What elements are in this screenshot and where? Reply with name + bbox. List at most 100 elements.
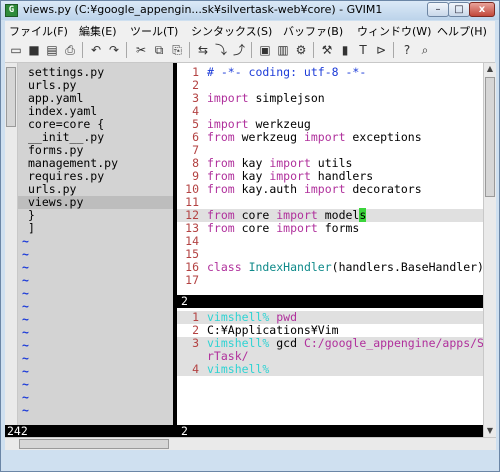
scroll-down-arrow-icon[interactable]: ▼ xyxy=(484,425,496,437)
menu-bar: ファイル(F) 編集(E) ツール(T) シンタックス(S) バッファ(B) ウ… xyxy=(5,21,495,38)
cut-icon[interactable]: ✂ xyxy=(133,42,149,58)
shell-command: gcd xyxy=(276,336,304,350)
toolbar-separator xyxy=(82,42,83,58)
copy-icon[interactable]: ⧉ xyxy=(151,42,167,58)
keyword: from xyxy=(207,208,235,222)
jump-tag-icon[interactable]: ⊳ xyxy=(373,42,389,58)
code-line[interactable]: 14 xyxy=(177,235,483,248)
save-session-icon[interactable]: ▥ xyxy=(275,42,291,58)
toolbar-separator xyxy=(313,42,314,58)
shell-icon[interactable]: ▮ xyxy=(337,42,353,58)
bottom-statusline: 242 2 xyxy=(5,425,483,437)
code-line[interactable]: 6 from werkzeug import exceptions xyxy=(177,131,483,144)
maximize-button[interactable]: □ xyxy=(448,2,470,17)
save-icon[interactable]: ■ xyxy=(26,42,42,58)
vimshell-pane[interactable]: 1 vimshell% pwd 2 C:¥Applications¥Vim 3 vim… xyxy=(177,308,483,425)
window-title: views.py (C:¥google_appengin...sk¥silver… xyxy=(23,3,383,16)
scroll-up-arrow-icon[interactable]: ▲ xyxy=(484,63,496,75)
gvim-app-icon[interactable]: G xyxy=(5,4,18,17)
ctags-icon[interactable]: T xyxy=(355,42,371,58)
title-bar[interactable]: G views.py (C:¥google_appengin...sk¥silv… xyxy=(1,1,499,20)
keyword: import xyxy=(303,130,346,144)
code-line[interactable]: 10 from kay.auth import decorators xyxy=(177,183,483,196)
keyword: from xyxy=(207,221,235,235)
left-scrollbar[interactable] xyxy=(5,63,18,425)
line-text: # -*- coding: utf-8 -*- xyxy=(207,65,367,79)
code-line[interactable]: 17 xyxy=(177,274,483,287)
run-script-icon[interactable]: ⚙ xyxy=(293,42,309,58)
code-line[interactable]: 16 class IndexHandler(handlers.BaseHandle… xyxy=(177,261,483,274)
code-line[interactable]: 3 import simplejson xyxy=(177,92,483,105)
find-help-icon[interactable]: ⌕ xyxy=(417,42,433,58)
line-number: 4 xyxy=(192,362,199,376)
menu-edit[interactable]: 編集(E) xyxy=(79,23,117,39)
empty-line-marker: ~ xyxy=(22,403,29,417)
paste-icon[interactable]: ⎘ xyxy=(169,42,185,58)
keyword: from xyxy=(207,182,235,196)
keyword: from xyxy=(207,169,235,183)
horizontal-scrollbar[interactable] xyxy=(5,437,496,450)
save-all-icon[interactable]: ▤ xyxy=(44,42,60,58)
shell-prompt: vimshell% xyxy=(207,362,270,376)
redo-icon[interactable]: ↷ xyxy=(106,42,122,58)
horizontal-scrollbar-thumb[interactable] xyxy=(19,439,169,449)
keyword: import xyxy=(207,117,249,131)
menu-window[interactable]: ウィンドウ(W) xyxy=(357,23,431,39)
search-replace-icon[interactable]: ⇆ xyxy=(195,42,211,58)
help-icon[interactable]: ? xyxy=(399,42,415,58)
keyword: import xyxy=(276,208,318,222)
find-prev-icon[interactable]: ⤴ xyxy=(231,42,247,58)
shell-prompt: vimshell% xyxy=(207,336,277,350)
menu-file[interactable]: ファイル(F) xyxy=(9,23,68,39)
toolbar-separator xyxy=(251,42,252,58)
code-line[interactable]: 1 # -*- coding: utf-8 -*- xyxy=(177,66,483,79)
statusline-text: 2 xyxy=(181,294,188,308)
text-cursor: s xyxy=(359,208,367,222)
line-number: 3 xyxy=(192,336,199,350)
gvim-window: G views.py (C:¥google_appengin...sk¥silv… xyxy=(0,0,500,472)
load-session-icon[interactable]: ▣ xyxy=(257,42,273,58)
keyword: class xyxy=(207,260,242,274)
shell-argument: C:/google_appengine/apps/Silve xyxy=(303,336,483,350)
minimize-button[interactable]: – xyxy=(427,2,449,17)
menu-tools[interactable]: ツール(T) xyxy=(130,23,178,39)
keyword: import xyxy=(303,182,346,196)
left-pane-status: 242 xyxy=(7,424,28,438)
code-line[interactable]: 13 from core import forms xyxy=(177,222,483,235)
keyword: import xyxy=(269,169,311,183)
line-number: 17 xyxy=(185,273,199,287)
tree-item[interactable]: ] xyxy=(28,222,35,235)
print-icon[interactable]: ⎙ xyxy=(62,42,78,58)
toolbar-separator xyxy=(393,42,394,58)
left-scrollbar-thumb[interactable] xyxy=(6,67,16,127)
toolbar-separator xyxy=(189,42,190,58)
menu-syntax[interactable]: シンタックス(S) xyxy=(191,23,272,39)
shell-output: C:¥Applications¥Vim xyxy=(207,323,339,337)
editor-area[interactable]: settings.py urls.py app.yaml index.yaml … xyxy=(5,63,483,437)
project-tree-pane[interactable]: settings.py urls.py app.yaml index.yaml … xyxy=(18,63,173,425)
keyword: import xyxy=(207,91,249,105)
undo-icon[interactable]: ↶ xyxy=(88,42,104,58)
shell-pane-status: 2 xyxy=(181,424,188,438)
shell-prompt: vimshell% xyxy=(207,310,277,324)
code-pane-statusline: 2 xyxy=(177,295,483,308)
open-icon[interactable]: ▭ xyxy=(8,42,24,58)
shell-command: pwd xyxy=(276,310,298,324)
close-button[interactable]: x xyxy=(469,2,495,17)
shell-argument: rTask/ xyxy=(207,349,249,363)
find-next-icon[interactable]: ⤵ xyxy=(213,42,229,58)
toolbar-separator xyxy=(126,42,127,58)
menu-help[interactable]: ヘルプ(H) xyxy=(437,23,487,39)
keyword: import xyxy=(276,221,318,235)
tree-item-selected[interactable]: views.py xyxy=(18,196,173,209)
shell-line-current[interactable]: 4 vimshell% xyxy=(177,363,483,376)
keyword: from xyxy=(207,156,235,170)
make-icon[interactable]: ⚒ xyxy=(319,42,335,58)
keyword: import xyxy=(269,156,311,170)
right-scrollbar-thumb[interactable] xyxy=(485,77,495,197)
menu-buffers[interactable]: バッファ(B) xyxy=(283,23,343,39)
class-name: IndexHandler xyxy=(248,260,332,274)
toolbar: ▭ ■ ▤ ⎙ ↶ ↷ ✂ ⧉ ⎘ ⇆ ⤵ ⤴ ▣ ▥ ⚙ ⚒ ▮ T ⊳ ? … xyxy=(5,38,495,63)
code-pane-views-py[interactable]: 1 # -*- coding: utf-8 -*- 2 3 import simpl… xyxy=(177,63,483,295)
right-scrollbar[interactable]: ▲ ▼ xyxy=(483,63,496,437)
